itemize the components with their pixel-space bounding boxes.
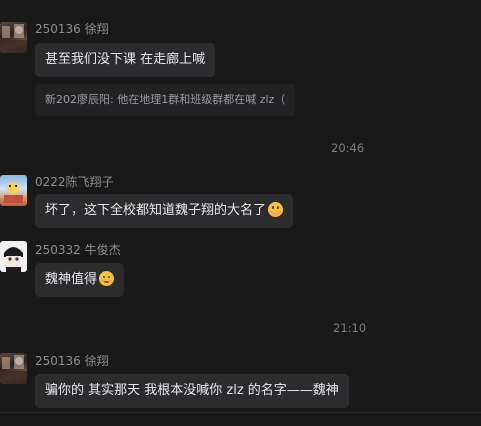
sender-name: 0222陈飞翔子 <box>35 175 114 189</box>
avatar-photo-icon <box>0 355 27 384</box>
timestamp: 20:46 <box>331 141 365 155</box>
sender-name: 250332 牛俊杰 <box>35 243 121 257</box>
message-bubble[interactable]: 坏了，这下全校都知道魏子翔的大名了 <box>35 194 294 228</box>
avatar-anime-icon <box>4 247 23 272</box>
smiling-face-with-hand-over-mouth-icon <box>268 202 284 217</box>
message-bubble[interactable]: 魏神值得 <box>35 263 125 297</box>
message-bubble[interactable]: 骗你的 其实那天 我根本没喊你 zlz 的名字——魏神 <box>35 374 349 408</box>
avatar[interactable] <box>0 175 27 206</box>
chat-message-list: 250136 徐翔 甚至我们没下课 在走廊上喊 新202廖辰阳: 他在地理1群和… <box>0 0 481 426</box>
message-bubble[interactable]: 甚至我们没下课 在走廊上喊 <box>35 43 216 77</box>
smiling-face-icon <box>99 271 115 286</box>
avatar[interactable] <box>0 353 27 384</box>
sender-name: 250136 徐翔 <box>35 354 109 368</box>
avatar[interactable] <box>0 241 27 272</box>
avatar[interactable] <box>0 22 27 53</box>
sender-name: 250136 徐翔 <box>35 22 109 36</box>
message-text: 魏神值得 <box>45 272 98 287</box>
avatar-photo-icon <box>0 24 27 53</box>
avatar-cartoon-icon <box>4 182 23 203</box>
divider <box>0 412 481 413</box>
quoted-reply[interactable]: 新202廖辰阳: 他在地理1群和班级群都在喊 zlz（ <box>35 84 296 116</box>
timestamp: 21:10 <box>333 321 367 335</box>
message-text: 坏了，这下全校都知道魏子翔的大名了 <box>45 203 267 218</box>
